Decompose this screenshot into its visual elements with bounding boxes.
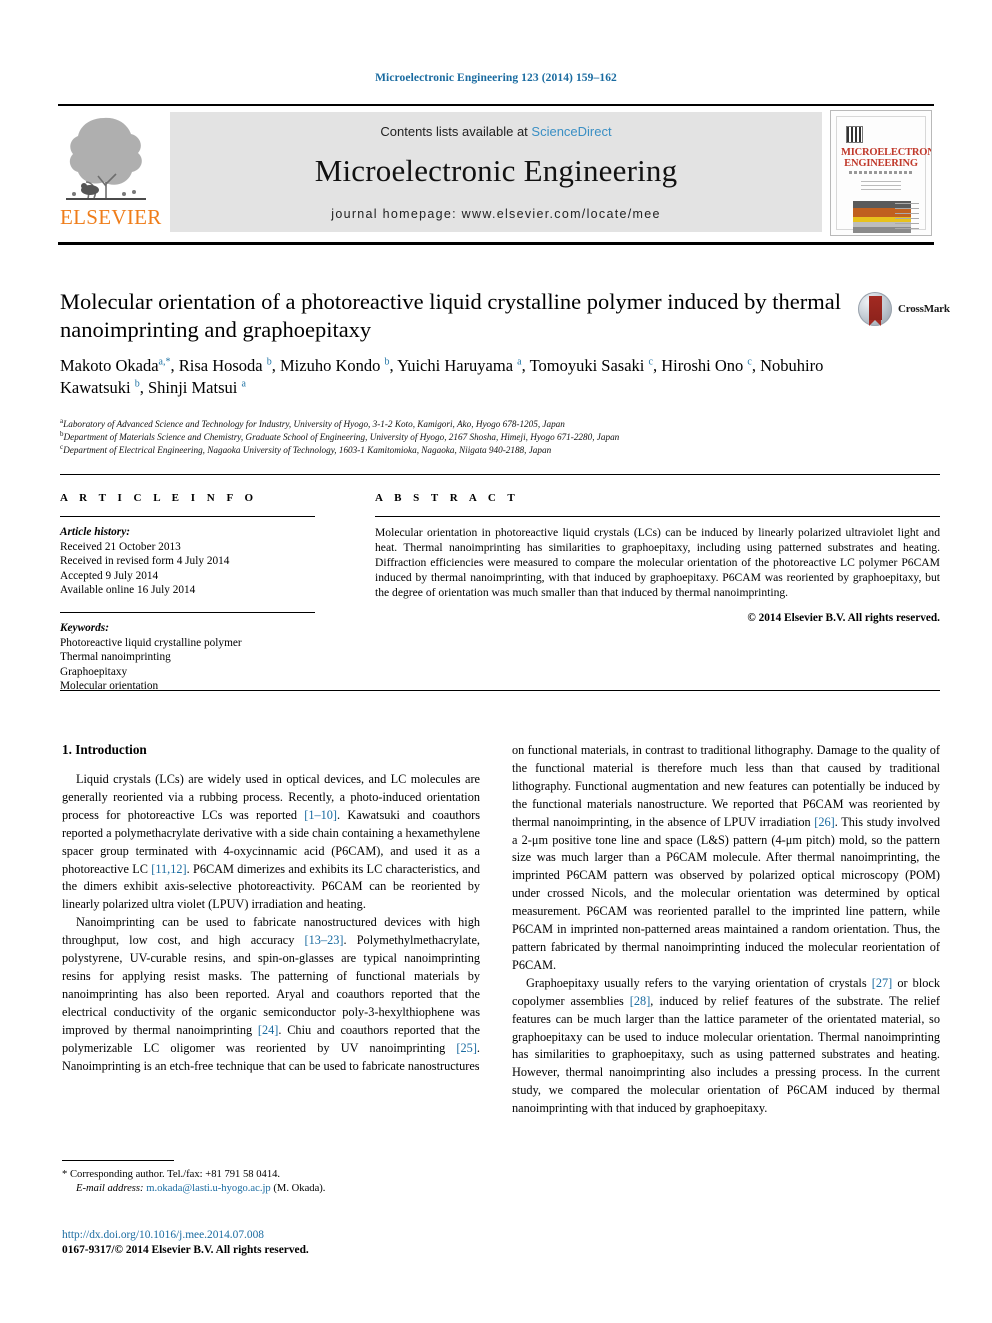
corresponding-author-footnote: * Corresponding author. Tel./fax: +81 79… [62,1160,480,1197]
affiliation-item: aLaboratory of Advanced Science and Tech… [60,417,940,431]
citation-reference[interactable]: [27] [872,976,893,990]
history-item: Available online 16 July 2014 [60,584,196,597]
abstract-heading: A B S T R A C T [375,492,520,504]
page-footer: http://dx.doi.org/10.1016/j.mee.2014.07.… [62,1228,492,1257]
email-link[interactable]: m.okada@lasti.u-hyogo.ac.jp [146,1183,271,1194]
info-band-top-rule [60,474,940,475]
cover-molecule-figure [895,203,919,231]
keyword-item: Photoreactive liquid crystalline polymer [60,636,242,649]
crossmark-badge[interactable]: CrossMark [858,292,950,328]
masthead-band: Contents lists available at ScienceDirec… [170,112,822,232]
title-block: Molecular orientation of a photoreactive… [60,288,850,399]
journal-masthead: ELSEVIER Contents lists available at Sci… [58,104,934,245]
footnote-line-1: * Corresponding author. Tel./fax: +81 79… [62,1168,480,1182]
history-item: Received in revised form 4 July 2014 [60,555,230,568]
issn-copyright-line: 0167-9317/© 2014 Elsevier B.V. All right… [62,1243,309,1256]
paragraph-text: . This study involved a 2-μm positive to… [512,814,940,972]
cover-title-line1: MICROELECTRONIC [841,147,931,158]
abstract-text: Molecular orientation in photoreactive l… [375,526,940,599]
section-heading-introduction: 1. Introduction [62,742,147,757]
cover-title-line2: ENGINEERING [844,158,918,169]
citation-reference[interactable]: [28] [630,994,651,1008]
sciencedirect-link[interactable]: ScienceDirect [531,124,611,139]
citation-reference[interactable]: [11,12] [151,862,186,876]
body-column-left: 1. Introduction Liquid crystals (LCs) ar… [62,742,480,1075]
crossmark-bookmark-icon [869,296,882,326]
keywords-block: Keywords: Photoreactive liquid crystalli… [60,621,315,694]
journal-homepage-link[interactable]: journal homepage: www.elsevier.com/locat… [170,207,822,221]
running-head: Microelectronic Engineering 123 (2014) 1… [375,72,617,84]
body-paragraph: Liquid crystals (LCs) are widely used in… [62,771,480,914]
email-suffix: (M. Okada). [273,1183,326,1195]
affiliation-list: aLaboratory of Advanced Science and Tech… [60,417,940,458]
paper-page: Microelectronic Engineering 123 (2014) 1… [0,0,992,1323]
info-band-bottom-rule [60,690,940,691]
crossmark-circle-icon [858,292,892,326]
citation-reference[interactable]: [13–23] [305,933,344,947]
right-paragraphs: on functional materials, in contrast to … [512,742,940,1118]
cover-barcode-icon [846,126,863,143]
footnote-marker: * [62,1169,68,1180]
footnote-line-2: E-mail address: m.okada@lasti.u-hyogo.ac… [62,1182,480,1196]
keywords-rule [60,611,315,613]
paragraph-text: Graphoepitaxy usually refers to the vary… [526,975,872,990]
affiliation-item: cDepartment of Electrical Engineering, N… [60,444,940,457]
history-item: Received 21 October 2013 [60,540,181,553]
keyword-item: Graphoepitaxy [60,665,128,678]
article-history-label: Article history: [60,526,130,538]
body-paragraph: on functional materials, in contrast to … [512,742,940,975]
journal-title: Microelectronic Engineering [314,153,678,188]
body-paragraph: Graphoepitaxy usually refers to the vary… [512,975,940,1118]
left-paragraphs: Liquid crystals (LCs) are widely used in… [62,771,480,1075]
abstract-column: A B S T R A C T Molecular orientation in… [375,492,940,624]
elsevier-wordmark: ELSEVIER [60,205,162,229]
keywords-label: Keywords: [60,621,109,634]
affiliation-text: Laboratory of Advanced Science and Techn… [63,419,565,429]
abstract-copyright: © 2014 Elsevier B.V. All rights reserved… [747,611,940,624]
footnote-corresponding-text: Corresponding author. Tel./fax: +81 791 … [69,1169,281,1180]
paragraph-text: . Polymethylmethacrylate, polystyrene, U… [62,933,480,1037]
email-label: E-mail address: [76,1183,144,1195]
body-column-right: on functional materials, in contrast to … [512,742,940,1118]
crossmark-label: CrossMark [898,303,950,315]
keyword-item: Thermal nanoimprinting [60,651,171,664]
citation-reference[interactable]: [25] [456,1041,477,1055]
citation-reference[interactable]: [1–10] [304,808,337,822]
cover-arrow-icon [861,235,869,236]
abstract-rule [375,516,940,517]
article-info-column: A R T I C L E I N F O Article history: R… [60,492,315,694]
journal-cover-thumbnail: MICROELECTRONIC ENGINEERING [830,110,932,236]
elsevier-logo: ELSEVIER [60,110,162,234]
elsevier-tree-icon [66,117,146,200]
paragraph-text: , induced by relief features of the subs… [512,993,940,1116]
affiliation-item: bDepartment of Materials Science and Che… [60,431,940,444]
contents-prefix: Contents lists available at [380,124,532,139]
citation-reference[interactable]: [24] [258,1023,279,1037]
affiliation-text: Department of Electrical Engineering, Na… [63,445,552,456]
author-list: Makoto Okadaa,*, Risa Hosoda b, Mizuho K… [60,356,824,397]
footnote-rule [62,1160,174,1161]
citation-reference[interactable]: [26] [814,815,835,829]
history-item: Accepted 9 July 2014 [60,569,159,582]
article-info-heading: A R T I C L E I N F O [60,492,258,504]
article-history: Article history: Received 21 October 201… [60,525,315,598]
body-paragraph: Nanoimprinting can be used to fabricate … [62,914,480,1075]
affiliation-text: Department of Materials Science and Chem… [63,432,620,443]
keyword-item: Molecular orientation [60,680,159,693]
contents-line: Contents lists available at ScienceDirec… [170,112,822,139]
doi-link[interactable]: http://dx.doi.org/10.1016/j.mee.2014.07.… [62,1228,492,1243]
page-title: Molecular orientation of a photoreactive… [60,289,841,342]
article-info-rule [60,516,315,517]
